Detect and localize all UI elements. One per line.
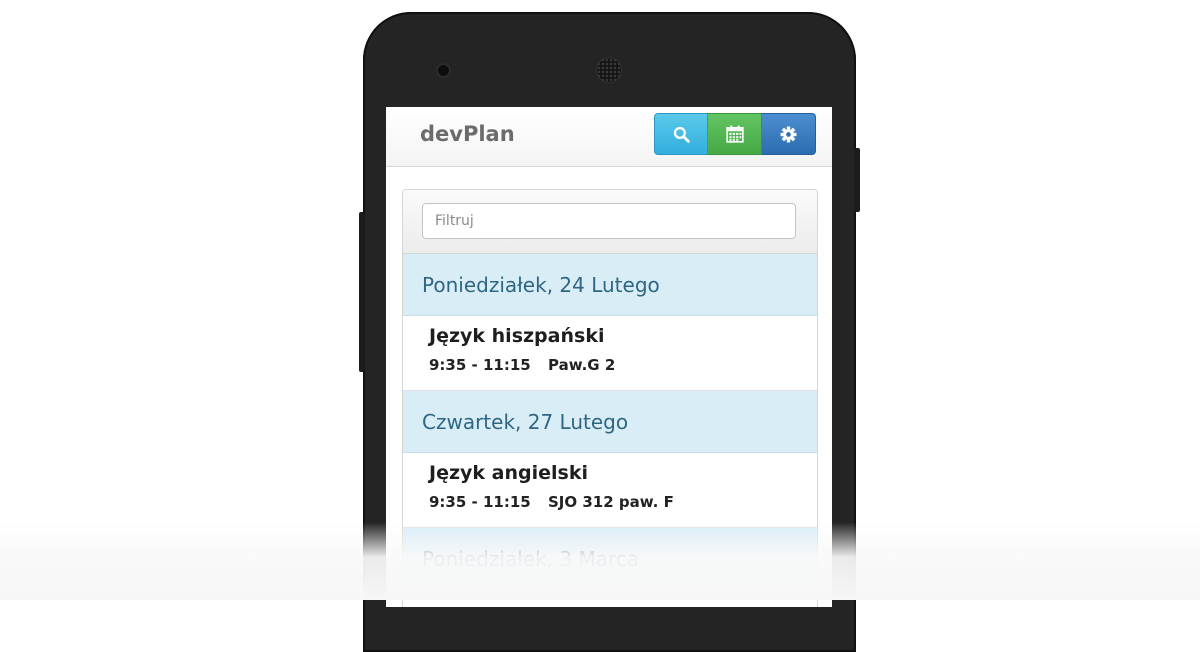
toolbar-button-group bbox=[654, 113, 816, 155]
lesson-room: SJO 312 paw. F bbox=[548, 493, 674, 511]
lesson-item[interactable]: Język hiszpański 9:35 - 11:15 Paw.G 2 bbox=[403, 316, 817, 391]
volume-button bbox=[359, 212, 365, 372]
settings-button[interactable] bbox=[762, 113, 816, 155]
lesson-name: Język angielski bbox=[429, 462, 588, 484]
navbar: devPlan bbox=[386, 107, 832, 167]
calendar-icon bbox=[725, 125, 744, 143]
lesson-time: 9:35 - 11:15 bbox=[429, 356, 531, 374]
app-brand[interactable]: devPlan bbox=[420, 122, 515, 146]
phone-screen: devPlan Filtruj Poniedziałek, 24 Lutego … bbox=[386, 107, 832, 607]
front-camera bbox=[438, 65, 449, 76]
earpiece-speaker bbox=[597, 58, 621, 82]
calendar-button[interactable] bbox=[708, 113, 762, 155]
day-header: Poniedziałek, 3 Marca bbox=[403, 528, 817, 590]
lesson-time: 9:35 - 11:15 bbox=[429, 493, 531, 511]
gear-icon bbox=[780, 126, 797, 142]
lesson-room: Paw.G 2 bbox=[548, 356, 616, 374]
day-header: Czwartek, 27 Lutego bbox=[403, 391, 817, 453]
search-button[interactable] bbox=[654, 113, 708, 155]
lesson-name: Język hiszpański bbox=[429, 325, 605, 347]
lesson-item[interactable]: Język angielski 9:35 - 11:15 SJO 312 paw… bbox=[403, 453, 817, 528]
power-button bbox=[854, 148, 860, 212]
filter-input[interactable] bbox=[422, 203, 796, 239]
filter-bar bbox=[403, 190, 817, 254]
day-header: Poniedziałek, 24 Lutego bbox=[403, 254, 817, 316]
schedule-panel: Poniedziałek, 24 Lutego Język hiszpański… bbox=[402, 189, 818, 607]
search-icon bbox=[673, 126, 690, 143]
